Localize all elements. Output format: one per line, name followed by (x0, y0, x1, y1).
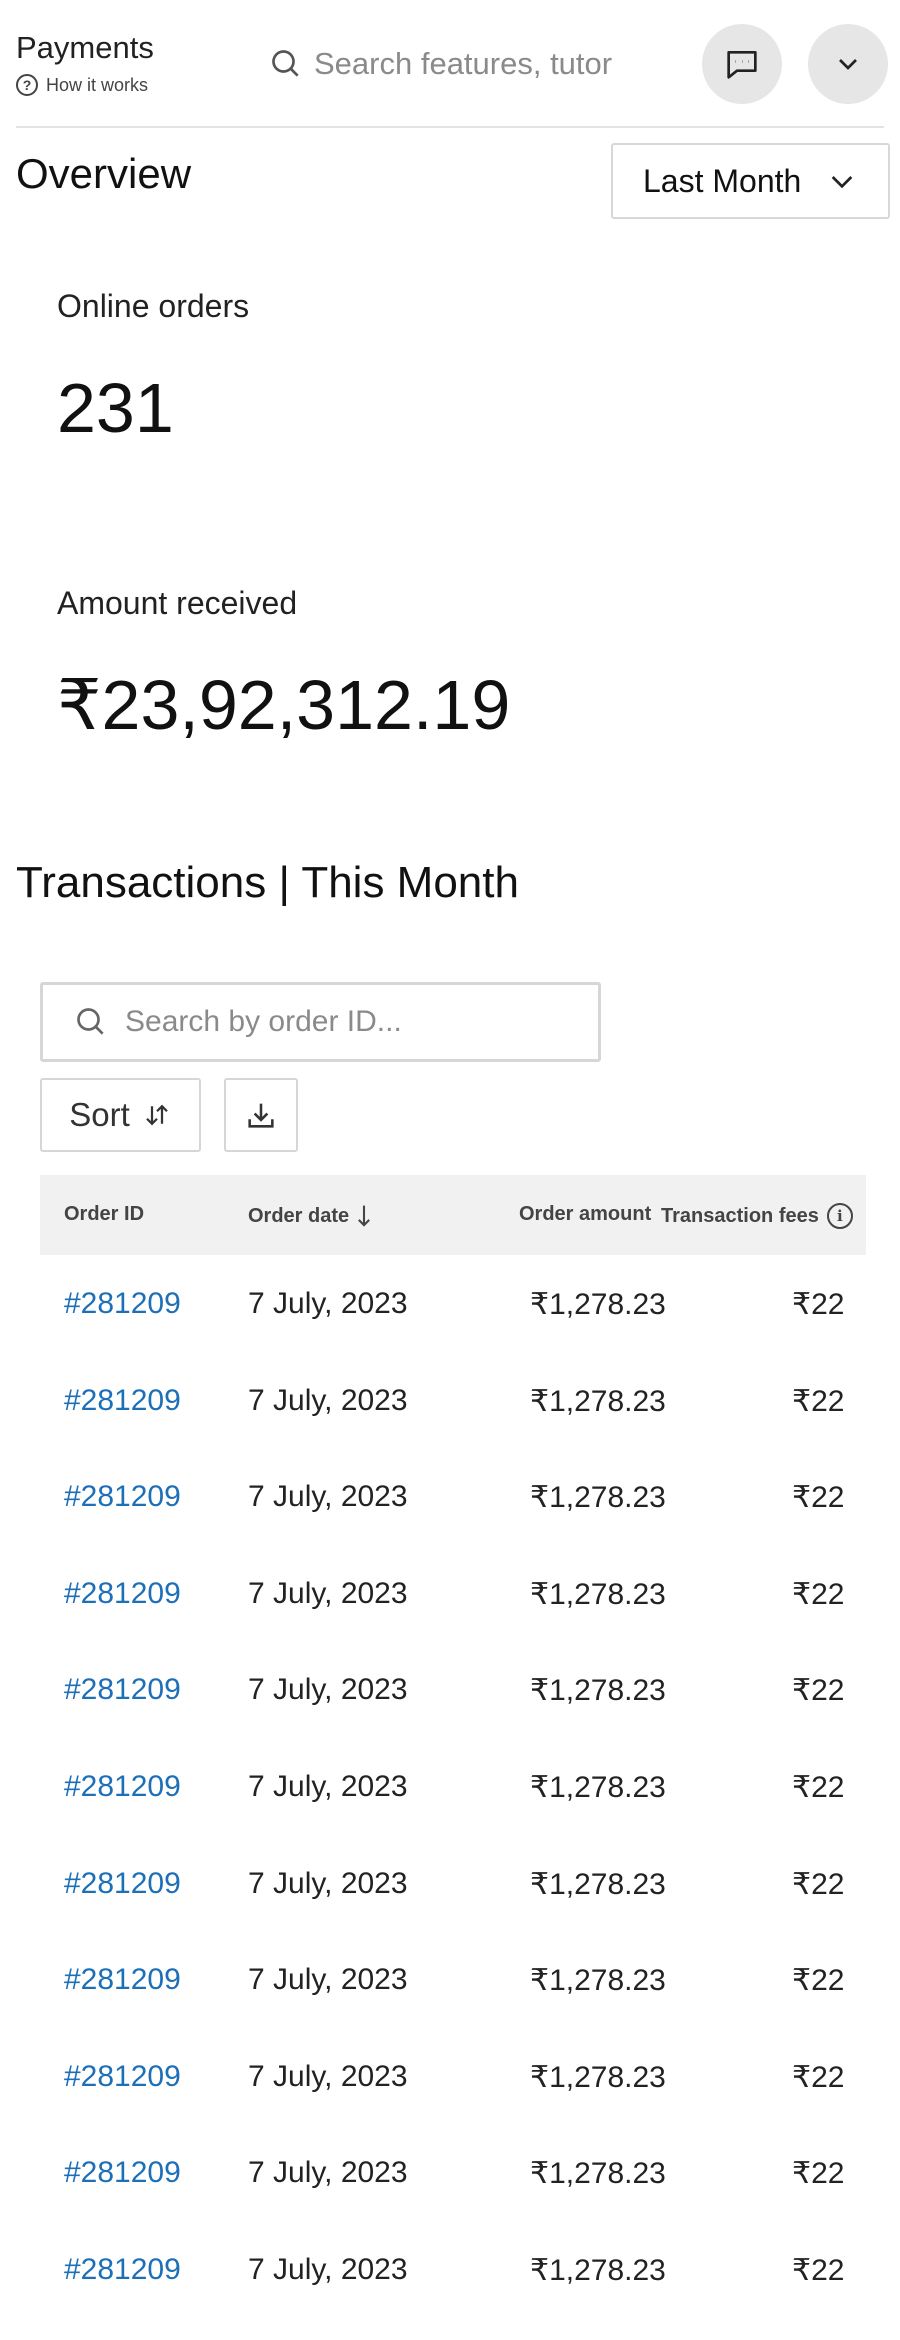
order-id-link[interactable]: #281209 (64, 1384, 181, 1418)
table-header: Order ID Order date Order amount Transac… (40, 1175, 866, 1255)
chevron-down-icon (831, 176, 853, 189)
order-date-cell: 7 July, 2023 (248, 2252, 408, 2286)
transactions-title: Transactions | This Month (16, 858, 519, 907)
order-date-cell: 7 July, 2023 (248, 1287, 408, 1320)
how-it-works-link[interactable]: ? How it works (16, 74, 148, 96)
order-date-cell: 7 July, 2023 (248, 1576, 408, 1610)
order-amount-cell: ₹1,278.23 (530, 1577, 666, 1611)
help-circle-icon: ? (16, 74, 38, 96)
order-id-link[interactable]: #281209 (64, 2156, 181, 2190)
feature-search[interactable] (250, 24, 620, 104)
table-row[interactable]: #281209 7 July, 2023 ₹1,278.23 ₹22 (40, 1835, 866, 1932)
sort-icon (145, 1104, 168, 1126)
download-icon (248, 1103, 274, 1128)
table-body: #281209 7 July, 2023 ₹1,278.23 ₹22 #281209 7 … (40, 1255, 866, 2318)
order-id-link[interactable]: #281209 (64, 1770, 181, 1804)
column-order-date-label: Order date (248, 1204, 350, 1227)
app-title: Payments (16, 30, 154, 65)
chevron-down-icon (839, 59, 857, 70)
table-row[interactable]: #281209 7 July, 2023 ₹1,278.23 ₹22 (40, 1352, 866, 1449)
overview-title: Overview (16, 150, 192, 197)
table-row[interactable]: #281209 7 July, 2023 ₹1,278.23 ₹22 (40, 1448, 866, 1545)
order-amount-cell: ₹1,278.23 (530, 1288, 666, 1321)
arrow-down-icon (358, 1205, 371, 1227)
top-header: Payments ? How it works (16, 0, 888, 128)
order-amount-cell: ₹1,278.23 (530, 1481, 666, 1515)
table-row[interactable]: #281209 7 July, 2023 ₹1,278.23 ₹22 (40, 1545, 866, 1642)
table-row[interactable]: #281209 7 July, 2023 ₹1,278.23 ₹22 (40, 2124, 866, 2221)
table-row[interactable]: #281209 7 July, 2023 ₹1,278.23 ₹22 (40, 1255, 866, 1352)
download-button[interactable] (224, 1078, 298, 1152)
transaction-fees-cell: ₹22 (792, 1384, 845, 1418)
column-transaction-fees[interactable]: Transaction fees i (661, 1203, 853, 1229)
order-id-link[interactable]: #281209 (64, 1287, 181, 1321)
order-id-link[interactable]: #281209 (64, 1673, 181, 1707)
amount-received-label: Amount received (57, 585, 298, 621)
amount-received-value: ₹23,92,312.19 (57, 666, 511, 744)
transaction-fees-cell: ₹22 (792, 1867, 845, 1901)
column-order-id[interactable]: Order ID (64, 1203, 144, 1226)
order-id-link[interactable]: #281209 (64, 1480, 181, 1514)
transaction-fees-cell: ₹22 (792, 2060, 845, 2094)
chat-button[interactable] (702, 24, 782, 104)
online-orders-label: Online orders (57, 288, 250, 324)
column-order-amount[interactable]: Order amount (519, 1203, 651, 1226)
order-date-cell: 7 July, 2023 (248, 1673, 408, 1707)
transaction-fees-cell: ₹22 (792, 1964, 845, 1998)
order-date-cell: 7 July, 2023 (248, 1480, 408, 1514)
order-id-link[interactable]: #281209 (64, 2253, 181, 2287)
order-amount-cell: ₹1,278.23 (530, 1770, 666, 1804)
order-date-cell: 7 July, 2023 (248, 1866, 408, 1900)
order-date-cell: 7 July, 2023 (248, 1769, 408, 1803)
order-amount-cell: ₹1,278.23 (530, 2060, 666, 2094)
transaction-fees-cell: ₹22 (792, 1577, 845, 1611)
how-it-works-label: How it works (46, 74, 149, 95)
transaction-fees-cell: ₹22 (792, 1674, 845, 1708)
transaction-fees-cell: ₹22 (792, 1770, 845, 1804)
order-date-cell: 7 July, 2023 (248, 1383, 408, 1417)
info-icon[interactable]: i (826, 1203, 853, 1229)
order-search-input[interactable] (125, 1005, 565, 1039)
order-date-cell: 7 July, 2023 (248, 2059, 408, 2093)
search-icon (272, 50, 299, 77)
order-id-link[interactable]: #281209 (64, 1963, 181, 1997)
order-id-link[interactable]: #281209 (64, 2060, 181, 2094)
order-amount-cell: ₹1,278.23 (530, 1674, 666, 1708)
order-amount-cell: ₹1,278.23 (530, 1384, 666, 1418)
table-row[interactable]: #281209 7 July, 2023 ₹1,278.23 ₹22 (40, 2221, 866, 2318)
order-amount-cell: ₹1,278.23 (530, 2253, 666, 2287)
transaction-fees-cell: ₹22 (792, 2157, 845, 2191)
order-amount-cell: ₹1,278.23 (530, 2157, 666, 2191)
table-row[interactable]: #281209 7 July, 2023 ₹1,278.23 ₹22 (40, 1641, 866, 1738)
order-date-cell: 7 July, 2023 (248, 1963, 408, 1997)
order-id-link[interactable]: #281209 (64, 1867, 181, 1901)
online-orders-value: 231 (57, 369, 174, 447)
table-row[interactable]: #281209 7 July, 2023 ₹1,278.23 ₹22 (40, 1931, 866, 2028)
sort-label: Sort (69, 1096, 130, 1133)
account-menu-button[interactable] (808, 24, 888, 104)
column-order-date[interactable]: Order date (248, 1203, 373, 1229)
transaction-fees-cell: ₹22 (792, 2253, 845, 2287)
search-icon (77, 1008, 104, 1035)
period-dropdown[interactable]: Last Month (611, 143, 890, 219)
order-search[interactable] (40, 982, 601, 1062)
feature-search-input[interactable] (314, 46, 614, 82)
transaction-fees-cell: ₹22 (792, 1288, 845, 1321)
transactions-table: Order ID Order date Order amount Transac… (40, 1175, 866, 2318)
table-row[interactable]: #281209 7 July, 2023 ₹1,278.23 ₹22 (40, 2028, 866, 2125)
order-date-cell: 7 July, 2023 (248, 2156, 408, 2190)
order-amount-cell: ₹1,278.23 (530, 1964, 666, 1998)
sort-button[interactable]: Sort (40, 1078, 201, 1152)
order-id-link[interactable]: #281209 (64, 1577, 181, 1611)
transaction-fees-cell: ₹22 (792, 1481, 845, 1515)
order-amount-cell: ₹1,278.23 (530, 1867, 666, 1901)
chat-icon (727, 51, 757, 79)
column-transaction-fees-label: Transaction fees (661, 1204, 819, 1227)
period-value: Last Month (643, 162, 802, 199)
table-row[interactable]: #281209 7 July, 2023 ₹1,278.23 ₹22 (40, 1738, 866, 1835)
